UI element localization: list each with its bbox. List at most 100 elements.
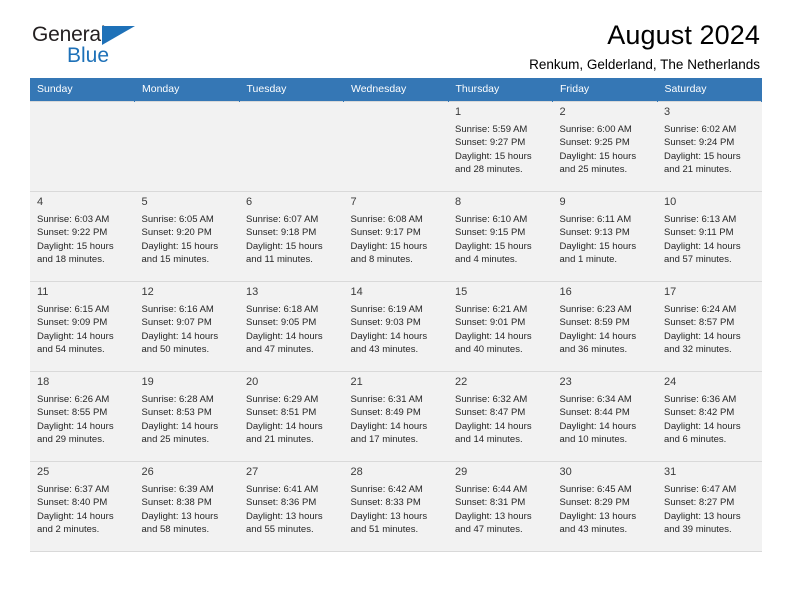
calendar-day-cell[interactable]: 4 Sunrise: 6:03 AM Sunset: 9:22 PM Daylig…	[30, 191, 135, 282]
calendar-day-cell[interactable]: 20 Sunrise: 6:29 AM Sunset: 8:51 PM Dayli…	[239, 371, 344, 462]
day-number: 23	[559, 376, 572, 388]
weekday-header-wednesday: Wednesday	[343, 78, 449, 102]
day-sun-details: Sunrise: 6:36 AM Sunset: 8:42 PM Dayligh…	[664, 393, 741, 446]
day-sun-details: Sunrise: 6:29 AM Sunset: 8:51 PM Dayligh…	[246, 393, 323, 446]
day-number: 18	[37, 376, 50, 388]
day-number: 7	[350, 196, 357, 208]
day-sun-details: Sunrise: 6:45 AM Sunset: 8:29 PM Dayligh…	[559, 483, 637, 536]
day-sun-details: Sunrise: 6:24 AM Sunset: 8:57 PM Dayligh…	[664, 303, 741, 356]
calendar-table: Sunday Monday Tuesday Wednesday Thursday…	[30, 78, 762, 552]
calendar-day-cell[interactable]: 13 Sunrise: 6:18 AM Sunset: 9:05 PM Dayli…	[239, 281, 344, 372]
day-sun-details: Sunrise: 6:03 AM Sunset: 9:22 PM Dayligh…	[37, 213, 114, 266]
day-number: 5	[141, 196, 148, 208]
general-blue-logo[interactable]: General Blue	[32, 24, 182, 78]
day-number: 2	[559, 106, 566, 118]
day-sun-details: Sunrise: 6:28 AM Sunset: 8:53 PM Dayligh…	[141, 393, 219, 446]
day-number: 14	[350, 286, 363, 298]
day-number	[239, 102, 344, 108]
calendar-day-cell[interactable]: 5 Sunrise: 6:05 AM Sunset: 9:20 PM Daylig…	[134, 191, 239, 282]
calendar-week-row: 25 Sunrise: 6:37 AM Sunset: 8:40 PM Dayli…	[30, 461, 762, 552]
calendar-day-cell[interactable]: 8 Sunrise: 6:10 AM Sunset: 9:15 PM Daylig…	[448, 191, 553, 282]
calendar-day-cell[interactable]: 23 Sunrise: 6:34 AM Sunset: 8:44 PM Dayli…	[552, 371, 657, 462]
calendar-day-cell[interactable]: 25 Sunrise: 6:37 AM Sunset: 8:40 PM Dayli…	[30, 461, 135, 552]
calendar-day-cell[interactable]: 10 Sunrise: 6:13 AM Sunset: 9:11 PM Dayli…	[657, 191, 762, 282]
calendar-day-cell[interactable]: 19 Sunrise: 6:28 AM Sunset: 8:53 PM Dayli…	[134, 371, 239, 462]
day-sun-details: Sunrise: 6:47 AM Sunset: 8:27 PM Dayligh…	[664, 483, 741, 536]
day-number: 12	[141, 286, 154, 298]
weekday-header-thursday: Thursday	[448, 78, 553, 102]
calendar-empty-cell	[343, 101, 449, 192]
calendar-day-cell[interactable]: 3 Sunrise: 6:02 AM Sunset: 9:24 PM Daylig…	[657, 101, 762, 192]
calendar-day-cell[interactable]: 27 Sunrise: 6:41 AM Sunset: 8:36 PM Dayli…	[239, 461, 344, 552]
weekday-header-friday: Friday	[552, 78, 658, 102]
day-sun-details: Sunrise: 6:11 AM Sunset: 9:13 PM Dayligh…	[559, 213, 637, 266]
day-number: 1	[455, 106, 462, 118]
day-number: 28	[350, 466, 363, 478]
calendar-day-cell[interactable]: 2 Sunrise: 6:00 AM Sunset: 9:25 PM Daylig…	[552, 101, 657, 192]
calendar-day-cell[interactable]: 22 Sunrise: 6:32 AM Sunset: 8:47 PM Dayli…	[448, 371, 553, 462]
day-sun-details: Sunrise: 6:44 AM Sunset: 8:31 PM Dayligh…	[455, 483, 532, 536]
day-number	[135, 102, 240, 108]
day-number: 10	[664, 196, 677, 208]
day-sun-details: Sunrise: 6:05 AM Sunset: 9:20 PM Dayligh…	[141, 213, 219, 266]
calendar-week-row: 11 Sunrise: 6:15 AM Sunset: 9:09 PM Dayli…	[30, 281, 762, 372]
calendar-day-cell[interactable]: 28 Sunrise: 6:42 AM Sunset: 8:33 PM Dayli…	[343, 461, 448, 552]
day-sun-details: Sunrise: 6:42 AM Sunset: 8:33 PM Dayligh…	[350, 483, 428, 536]
day-number: 13	[246, 286, 259, 298]
day-number: 19	[141, 376, 154, 388]
calendar-day-cell[interactable]: 17 Sunrise: 6:24 AM Sunset: 8:57 PM Dayli…	[657, 281, 762, 372]
day-number: 16	[559, 286, 572, 298]
calendar-empty-cell	[30, 101, 135, 192]
day-sun-details: Sunrise: 6:18 AM Sunset: 9:05 PM Dayligh…	[246, 303, 323, 356]
day-number: 4	[37, 196, 44, 208]
day-number: 30	[559, 466, 572, 478]
calendar-week-row: 1 Sunrise: 5:59 AM Sunset: 9:27 PM Daylig…	[30, 101, 762, 192]
logo-triangle-icon	[102, 26, 135, 45]
weekday-header-monday: Monday	[134, 78, 240, 102]
day-sun-details: Sunrise: 6:15 AM Sunset: 9:09 PM Dayligh…	[37, 303, 114, 356]
day-sun-details: Sunrise: 6:39 AM Sunset: 8:38 PM Dayligh…	[141, 483, 219, 536]
day-number: 8	[455, 196, 462, 208]
day-sun-details: Sunrise: 6:00 AM Sunset: 9:25 PM Dayligh…	[559, 123, 637, 176]
calendar-day-cell[interactable]: 14 Sunrise: 6:19 AM Sunset: 9:03 PM Dayli…	[343, 281, 448, 372]
calendar-day-cell[interactable]: 7 Sunrise: 6:08 AM Sunset: 9:17 PM Daylig…	[343, 191, 448, 282]
calendar-day-cell[interactable]: 26 Sunrise: 6:39 AM Sunset: 8:38 PM Dayli…	[134, 461, 239, 552]
day-sun-details: Sunrise: 6:19 AM Sunset: 9:03 PM Dayligh…	[350, 303, 428, 356]
calendar-day-cell[interactable]: 6 Sunrise: 6:07 AM Sunset: 9:18 PM Daylig…	[239, 191, 344, 282]
logo-text-general: General	[32, 23, 106, 46]
calendar-day-cell[interactable]: 16 Sunrise: 6:23 AM Sunset: 8:59 PM Dayli…	[552, 281, 657, 372]
day-number: 27	[246, 466, 259, 478]
weekday-header-tuesday: Tuesday	[239, 78, 344, 102]
day-sun-details: Sunrise: 6:21 AM Sunset: 9:01 PM Dayligh…	[455, 303, 532, 356]
calendar-day-cell[interactable]: 1 Sunrise: 5:59 AM Sunset: 9:27 PM Daylig…	[448, 101, 553, 192]
day-number: 26	[141, 466, 154, 478]
calendar-day-cell[interactable]: 31 Sunrise: 6:47 AM Sunset: 8:27 PM Dayli…	[657, 461, 762, 552]
calendar-day-cell[interactable]: 15 Sunrise: 6:21 AM Sunset: 9:01 PM Dayli…	[448, 281, 553, 372]
day-number: 22	[455, 376, 468, 388]
calendar-day-cell[interactable]: 29 Sunrise: 6:44 AM Sunset: 8:31 PM Dayli…	[448, 461, 553, 552]
day-number: 17	[664, 286, 677, 298]
calendar-day-cell[interactable]: 9 Sunrise: 6:11 AM Sunset: 9:13 PM Daylig…	[552, 191, 657, 282]
calendar-day-cell[interactable]: 24 Sunrise: 6:36 AM Sunset: 8:42 PM Dayli…	[657, 371, 762, 462]
day-sun-details: Sunrise: 6:02 AM Sunset: 9:24 PM Dayligh…	[664, 123, 741, 176]
day-number	[30, 102, 135, 108]
page-header: General Blue August 2024 Renkum, Gelderl…	[30, 0, 762, 78]
calendar-day-cell[interactable]: 30 Sunrise: 6:45 AM Sunset: 8:29 PM Dayli…	[552, 461, 657, 552]
calendar-day-cell[interactable]: 18 Sunrise: 6:26 AM Sunset: 8:55 PM Dayli…	[30, 371, 135, 462]
day-sun-details: Sunrise: 6:31 AM Sunset: 8:49 PM Dayligh…	[350, 393, 428, 446]
calendar-day-cell[interactable]: 11 Sunrise: 6:15 AM Sunset: 9:09 PM Dayli…	[30, 281, 135, 372]
calendar-empty-cell	[134, 101, 240, 192]
calendar-week-row: 4 Sunrise: 6:03 AM Sunset: 9:22 PM Daylig…	[30, 191, 762, 282]
day-number: 31	[664, 466, 677, 478]
day-sun-details: Sunrise: 6:32 AM Sunset: 8:47 PM Dayligh…	[455, 393, 532, 446]
day-number	[344, 102, 449, 108]
day-sun-details: Sunrise: 6:37 AM Sunset: 8:40 PM Dayligh…	[37, 483, 114, 536]
calendar-day-cell[interactable]: 21 Sunrise: 6:31 AM Sunset: 8:49 PM Dayli…	[343, 371, 448, 462]
calendar-day-cell[interactable]: 12 Sunrise: 6:16 AM Sunset: 9:07 PM Dayli…	[134, 281, 239, 372]
day-sun-details: Sunrise: 6:34 AM Sunset: 8:44 PM Dayligh…	[559, 393, 637, 446]
day-number: 21	[350, 376, 363, 388]
day-sun-details: Sunrise: 6:07 AM Sunset: 9:18 PM Dayligh…	[246, 213, 323, 266]
day-sun-details: Sunrise: 6:10 AM Sunset: 9:15 PM Dayligh…	[455, 213, 532, 266]
calendar-body: 1 Sunrise: 5:59 AM Sunset: 9:27 PM Daylig…	[30, 101, 762, 552]
page-subtitle: Renkum, Gelderland, The Netherlands	[529, 57, 760, 73]
